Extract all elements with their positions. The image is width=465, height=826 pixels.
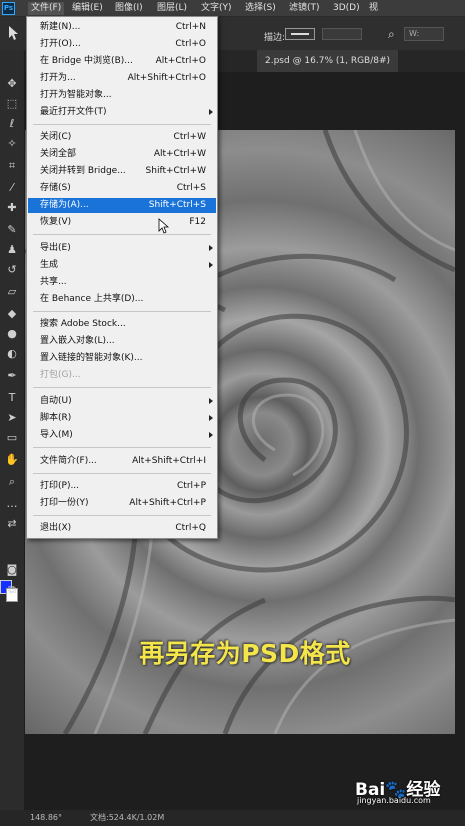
move-tool-icon[interactable]: ✥ [3,76,21,92]
stamp-tool-icon[interactable]: ♟ [3,242,21,258]
tab-document[interactable]: 2.psd @ 16.7% (1, RGB/8#) [257,50,399,72]
submenu-arrow-icon [209,415,213,421]
pen-tool-icon[interactable]: ✒ [3,368,21,384]
more-tools-icon[interactable]: … [3,496,21,512]
menu-separator [33,311,211,312]
lasso-tool-icon[interactable]: ℓ [3,116,21,132]
menu-item-print[interactable]: 打印(P)... Ctrl+P [28,479,216,494]
menu-separator [33,447,211,448]
submenu-arrow-icon [209,245,213,251]
gradient-tool-icon[interactable]: ◆ [3,306,21,322]
menu-item-open[interactable]: 打开(O)... Ctrl+O [28,37,216,52]
menu-select[interactable]: 选择(S) [245,2,276,15]
quick-mask-icon[interactable]: ◙ [3,562,21,578]
zoom-tool-icon[interactable]: ⌕ [3,474,21,490]
menu-type[interactable]: 文字(Y) [201,2,232,15]
menu-item-close[interactable]: 关闭(C) Ctrl+W [28,130,216,145]
status-bar: 148.86° 文档:524.4K/1.02M [0,810,465,826]
menu-item-new[interactable]: 新建(N)... Ctrl+N [28,20,216,35]
menu-item-place-embedded[interactable]: 置入嵌入对象(L)... [28,334,216,349]
crop-tool-icon[interactable]: ⌗ [3,158,21,174]
menu-item-save-as[interactable]: 存储为(A)... Shift+Ctrl+S [28,198,216,213]
zoom-readout: 148.86° [30,813,62,822]
menu-item-search-stock[interactable]: 搜索 Adobe Stock... [28,317,216,332]
menu-item-open-as[interactable]: 打开为... Alt+Shift+Ctrl+O [28,71,216,86]
path-selection-icon[interactable]: ➤ [3,410,21,426]
menu-separator [33,124,211,125]
menu-item-close-to-bridge[interactable]: 关闭并转到 Bridge... Shift+Ctrl+W [28,164,216,179]
baidu-url: jingyan.baidu.com [357,796,431,805]
menu-item-file-info[interactable]: 文件简介(F)... Alt+Shift+Ctrl+I [28,454,216,469]
menu-file[interactable]: 文件(F) [28,2,65,15]
dodge-tool-icon[interactable]: ◐ [3,346,21,362]
menu-separator [33,387,211,388]
shape-tool-icon[interactable]: ▭ [3,430,21,446]
swap-colors-icon[interactable]: ⇄ [3,516,21,532]
menu-item-browse-bridge[interactable]: 在 Bridge 中浏览(B)... Alt+Ctrl+O [28,54,216,69]
magic-wand-icon[interactable]: ✧ [3,136,21,152]
menu-separator [33,234,211,235]
caption-text: 再另存为PSD格式 [139,639,351,668]
menu-item-save[interactable]: 存储(S) Ctrl+S [28,181,216,196]
stroke-label: 描边: [264,33,286,43]
photoshop-logo: Ps [2,2,15,15]
menu-item-generate[interactable]: 生成 [28,258,216,273]
submenu-arrow-icon [209,432,213,438]
menu-item-close-all[interactable]: 关闭全部 Alt+Ctrl+W [28,147,216,162]
menu-view[interactable]: 视 [369,2,378,15]
baidu-watermark: Bai🐾经验 jingyan.baidu.com [355,775,460,809]
menu-bar: Ps 文件(F) 编辑(E) 图像(I) 图层(L) 文字(Y) 选择(S) 滤… [0,0,465,17]
menu-item-export[interactable]: 导出(E) [28,241,216,256]
search-icon[interactable]: ⌕ [388,27,395,42]
stroke-swatch[interactable] [285,28,315,40]
menu-filter[interactable]: 滤镜(T) [289,2,320,15]
menu-item-scripts[interactable]: 脚本(R) [28,411,216,426]
menu-item-automate[interactable]: 自动(U) [28,394,216,409]
menu-item-revert[interactable]: 恢复(V) F12 [28,215,216,230]
menu-item-share[interactable]: 共享... [28,275,216,290]
menu-item-share-behance[interactable]: 在 Behance 上共享(D)... [28,292,216,307]
submenu-arrow-icon [209,262,213,268]
arrow-cursor-icon[interactable] [8,25,20,41]
history-brush-icon[interactable]: ↺ [3,262,21,278]
type-tool-icon[interactable]: T [3,390,21,406]
menu-layer[interactable]: 图层(L) [157,2,187,15]
menu-3d[interactable]: 3D(D) [333,2,360,15]
blur-tool-icon[interactable]: ● [3,326,21,342]
submenu-arrow-icon [209,398,213,404]
width-field[interactable]: W: [404,27,444,41]
menu-edit[interactable]: 编辑(E) [72,2,103,15]
stroke-width-field[interactable] [322,28,362,40]
healing-brush-icon[interactable]: ✚ [3,200,21,216]
submenu-arrow-icon [209,109,213,115]
menu-item-import[interactable]: 导入(M) [28,428,216,443]
hand-tool-icon[interactable]: ✋ [3,452,21,468]
menu-item-open-smart-object[interactable]: 打开为智能对象... [28,88,216,103]
eyedropper-icon[interactable]: ⁄ [3,180,21,196]
menu-item-exit[interactable]: 退出(X) Ctrl+Q [28,521,216,536]
menu-separator [33,473,211,474]
menu-image[interactable]: 图像(I) [115,2,143,15]
brush-tool-icon[interactable]: ✎ [3,222,21,238]
menu-item-package[interactable]: 打包(G)... [28,368,216,383]
screen-mode-icon[interactable]: ⧉ [3,582,21,598]
menu-item-print-one[interactable]: 打印一份(Y) Alt+Shift+Ctrl+P [28,496,216,511]
menu-item-place-linked[interactable]: 置入链接的智能对象(K)... [28,351,216,366]
marquee-tool-icon[interactable]: ⬚ [3,96,21,112]
mouse-cursor-icon [158,218,170,234]
menu-separator [33,515,211,516]
eraser-icon[interactable]: ▱ [3,284,21,300]
file-menu-dropdown: 新建(N)... Ctrl+N 打开(O)... Ctrl+O 在 Bridge 中… [26,16,218,539]
tools-panel: ✥ ⬚ ℓ ✧ ⌗ ⁄ ✚ ✎ ♟ ↺ ▱ ◆ ● ◐ ✒ T ➤ ▭ ✋ ⌕ … [0,50,25,810]
document-size: 文档:524.4K/1.02M [90,813,165,822]
menu-item-recent-files[interactable]: 最近打开文件(T) [28,105,216,120]
